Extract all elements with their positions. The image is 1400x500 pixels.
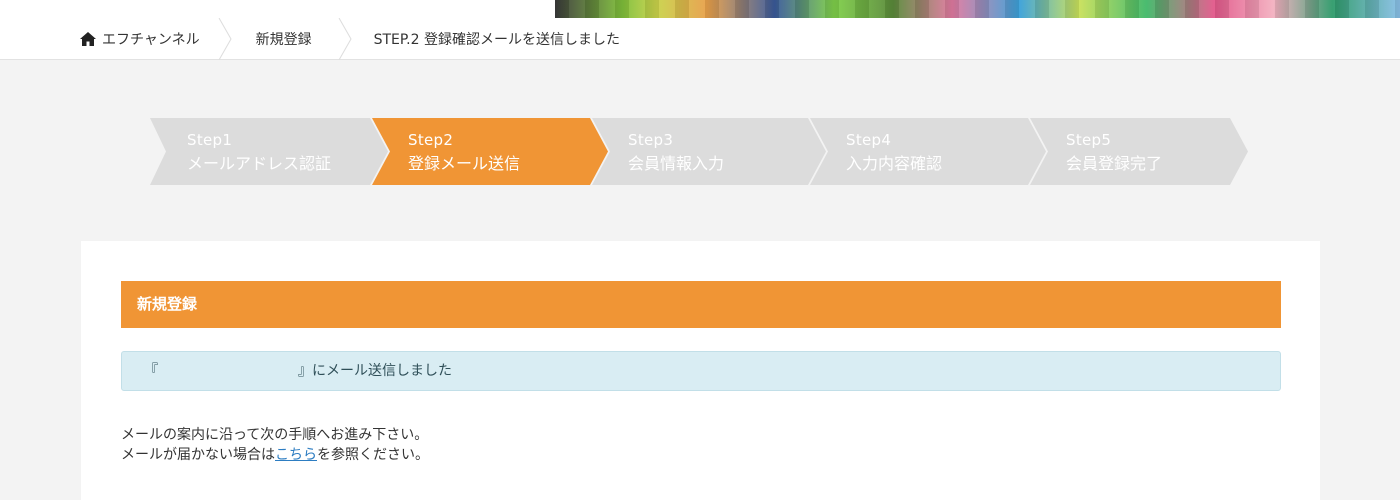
panel-title: 新規登録 — [121, 281, 1281, 328]
breadcrumb-home-label: エフチャンネル — [102, 31, 200, 48]
step-name: 会員情報入力 — [628, 154, 725, 173]
step-5: Step5 会員登録完了 — [1066, 118, 1162, 185]
alert-open-bracket: 『 — [144, 363, 158, 379]
step-number: Step3 — [628, 131, 674, 149]
breadcrumb-register-link[interactable]: 新規登録 — [232, 18, 338, 60]
instructions-line-1: メールの案内に沿って次の手順へお進み下さい。 — [121, 427, 429, 443]
instructions-line-2: メールが届かない場合はこちらを参照ください。 — [121, 445, 429, 465]
step-tracker: Step1 メールアドレス認証 Step2 登録メール送信 Step3 会員情報… — [150, 118, 1250, 185]
hero-image — [555, 0, 1400, 18]
step-number: Step4 — [846, 131, 892, 149]
step-number: Step2 — [408, 131, 454, 149]
instructions: メールの案内に沿って次の手順へお進み下さい。 メールが届かない場合はこちらを参照… — [121, 425, 429, 465]
help-link[interactable]: こちら — [275, 447, 317, 463]
breadcrumb: エフチャンネル 新規登録 STEP.2 登録確認メールを送信しました — [0, 17, 1400, 60]
hero-banner — [0, 0, 1400, 18]
step-name: 会員登録完了 — [1066, 154, 1163, 173]
breadcrumb-home-link[interactable]: エフチャンネル — [80, 18, 218, 60]
step-name: メールアドレス認証 — [187, 154, 332, 173]
instructions-suffix: を参照ください。 — [317, 447, 429, 463]
step-2-active: Step2 登録メール送信 — [408, 118, 520, 185]
instructions-prefix: メールが届かない場合は — [121, 447, 275, 463]
step-1: Step1 メールアドレス認証 — [187, 118, 331, 185]
step-number: Step5 — [1066, 131, 1112, 149]
step-name: 入力内容確認 — [846, 154, 943, 173]
chevron-right-icon — [218, 17, 232, 60]
step-name: 登録メール送信 — [408, 154, 521, 173]
breadcrumb-current: STEP.2 登録確認メールを送信しました — [373, 31, 620, 48]
content-card: 新規登録 『 』にメール送信しました メールの案内に沿って次の手順へお進み下さい。… — [81, 241, 1320, 500]
home-icon — [80, 31, 96, 46]
chevron-right-icon — [338, 17, 352, 60]
step-number: Step1 — [187, 131, 233, 149]
alert-message: 』にメール送信しました — [298, 363, 452, 379]
info-alert: 『 』にメール送信しました — [121, 351, 1281, 391]
step-4: Step4 入力内容確認 — [846, 118, 942, 185]
step-3: Step3 会員情報入力 — [628, 118, 724, 185]
